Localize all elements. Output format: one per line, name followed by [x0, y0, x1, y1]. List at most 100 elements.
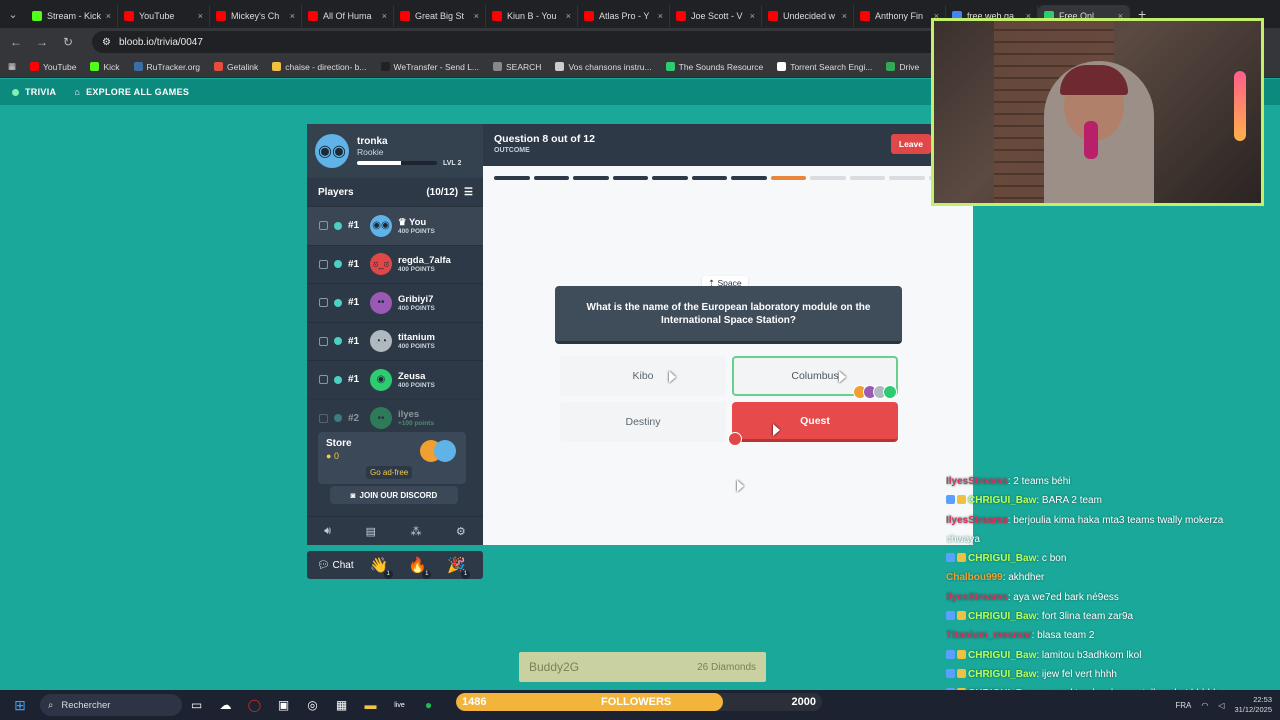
- weather-icon[interactable]: ☁: [211, 698, 240, 712]
- bookmark-item[interactable]: Vos chansons instru...: [555, 62, 652, 72]
- progress-segment: [494, 176, 530, 180]
- bookmark-item[interactable]: Getalink: [214, 62, 258, 72]
- chat-message: chwaya: [946, 530, 1276, 549]
- nav-trivia[interactable]: TRIVIA: [12, 87, 56, 97]
- url-field[interactable]: ⚙ bloob.io/trivia/0047: [92, 31, 952, 53]
- store-card[interactable]: Store ● 0 Go ad-free: [318, 432, 466, 484]
- browser-tab[interactable]: YouTube ×: [118, 5, 210, 27]
- language-indicator[interactable]: FRA: [1175, 701, 1191, 710]
- nav-explore[interactable]: ⌂ EXPLORE ALL GAMES: [74, 87, 189, 97]
- teams-icon[interactable]: ⁂: [410, 525, 421, 538]
- bookmark-item[interactable]: Torrent Search Engi...: [777, 62, 872, 72]
- wifi-icon[interactable]: ◠: [1201, 701, 1208, 710]
- progress-segment: [731, 176, 767, 180]
- player-row[interactable]: #1 •• Gribiyi7 400 POINTS: [307, 283, 483, 322]
- bookmark-item[interactable]: RuTracker.org: [133, 62, 200, 72]
- close-icon[interactable]: ×: [198, 11, 203, 21]
- sound-icon[interactable]: 🔊︎: [324, 525, 331, 538]
- player-row[interactable]: #1 ◉ Zeusa 400 POINTS: [307, 360, 483, 399]
- answer-kibo[interactable]: Kibo: [560, 356, 726, 396]
- bookmark-favicon-icon: [555, 62, 565, 71]
- live-icon[interactable]: live: [385, 702, 414, 709]
- mute-checkbox[interactable]: [319, 221, 328, 231]
- browser-tab[interactable]: Atlas Pro - Y ×: [578, 5, 670, 27]
- join-discord-button[interactable]: ◙ JOIN OUR DISCORD: [330, 486, 458, 504]
- close-icon[interactable]: ×: [474, 11, 479, 21]
- task-view-icon[interactable]: ▭: [182, 698, 211, 712]
- windows-start-icon[interactable]: ⊞: [0, 697, 40, 714]
- bookmark-item[interactable]: WeTransfer - Send L...: [380, 62, 479, 72]
- bookmark-item[interactable]: YouTube: [30, 62, 76, 72]
- mute-checkbox[interactable]: [319, 336, 328, 346]
- avatar: ◉◉: [370, 214, 392, 237]
- close-icon[interactable]: ×: [750, 11, 755, 21]
- badge-icon: [946, 668, 955, 678]
- reaction-button[interactable]: 🔥 1: [408, 556, 432, 579]
- volume-icon[interactable]: ◁: [1218, 701, 1224, 710]
- player-info: ilyes +100 points: [398, 409, 434, 427]
- bookmark-item[interactable]: SEARCH: [493, 62, 541, 72]
- chat-message: CHRIGUI_Baw: ijew fel vert hhhh: [946, 665, 1276, 684]
- app-icon[interactable]: ▣: [269, 698, 298, 712]
- browser-tab[interactable]: Mickey's Ch ×: [210, 5, 302, 27]
- mute-checkbox[interactable]: [319, 413, 328, 423]
- player-info: Gribiyi7 400 POINTS: [398, 294, 435, 312]
- browser-tab[interactable]: All Of Huma ×: [302, 5, 394, 27]
- go-ad-free-button[interactable]: Go ad-free: [366, 466, 413, 479]
- rules-icon[interactable]: ▤: [366, 525, 376, 538]
- browser-icon[interactable]: ▦: [327, 698, 356, 712]
- browser-tab[interactable]: Undecided w ×: [762, 5, 854, 27]
- browser-tab[interactable]: Great Big St ×: [394, 5, 486, 27]
- close-icon[interactable]: ×: [566, 11, 571, 21]
- tab-favicon-icon: [32, 11, 42, 21]
- webcam-microphone: [1084, 121, 1098, 159]
- bookmark-item[interactable]: Drive: [886, 62, 919, 72]
- reload-icon[interactable]: ↻: [60, 35, 76, 49]
- site-info-icon[interactable]: ⚙: [102, 37, 111, 48]
- close-icon[interactable]: ×: [106, 11, 111, 21]
- close-icon[interactable]: ×: [658, 11, 663, 21]
- mute-checkbox[interactable]: [319, 375, 328, 385]
- cursor-icon: [839, 371, 846, 383]
- folder-icon[interactable]: ▬: [356, 698, 385, 712]
- tab-menu-icon[interactable]: ⌄: [0, 0, 26, 28]
- player-row[interactable]: #1 ◔◔ titanium 400 POINTS: [307, 321, 483, 361]
- reaction-button[interactable]: 👋 1: [370, 556, 393, 579]
- settings-icon[interactable]: ⚙: [456, 525, 466, 538]
- browser-tab[interactable]: Joe Scott - V ×: [670, 5, 762, 27]
- tab-label: Joe Scott - V: [691, 11, 743, 21]
- bookmark-item[interactable]: chaise - direction- b...: [272, 62, 367, 72]
- close-icon[interactable]: ×: [290, 11, 295, 21]
- bookmark-favicon-icon: [214, 62, 224, 71]
- mute-checkbox[interactable]: [319, 298, 328, 308]
- browser-tab[interactable]: Kiun B - You ×: [486, 5, 578, 27]
- leave-button[interactable]: Leave: [890, 134, 931, 154]
- bookmark-item[interactable]: Kick: [90, 62, 120, 72]
- back-icon[interactable]: ←: [8, 35, 24, 49]
- close-icon[interactable]: ×: [382, 11, 387, 21]
- answer-destiny[interactable]: Destiny: [560, 402, 726, 442]
- filter-icon[interactable]: ☰: [464, 187, 473, 198]
- chat-button[interactable]: 💬︎ Chat: [317, 560, 354, 571]
- obs-icon[interactable]: ◎: [298, 698, 327, 712]
- avatar[interactable]: ◉◉: [315, 134, 349, 168]
- close-icon[interactable]: ×: [842, 11, 847, 21]
- bookmark-item[interactable]: The Sounds Resource: [665, 62, 763, 72]
- mute-checkbox[interactable]: [319, 259, 328, 269]
- answer-quest[interactable]: Quest: [732, 402, 898, 442]
- player-row[interactable]: #1 ◉◉ ♛ You 400 POINTS: [307, 206, 483, 245]
- spotify-icon[interactable]: ●: [414, 698, 443, 712]
- panel-tools: 🔊︎ ▤ ⁂ ⚙: [307, 516, 483, 545]
- browser-tab[interactable]: Stream - Kick ×: [26, 5, 118, 27]
- tab-label: Anthony Fin: [875, 11, 924, 21]
- opera-icon[interactable]: ◯: [240, 698, 269, 712]
- badge-icon: [957, 495, 966, 505]
- progress-segment: [612, 176, 648, 180]
- player-row[interactable]: #1 ಠ_ಠ regda_7alfa 400 POINTS: [307, 244, 483, 284]
- forward-icon[interactable]: →: [34, 35, 50, 49]
- chat-username: CHRIGUI_Baw: [968, 495, 1037, 507]
- reaction-button[interactable]: 🎉 1: [447, 556, 470, 579]
- taskbar-search[interactable]: ⌕ Rechercher: [40, 694, 182, 716]
- apps-icon[interactable]: ▦: [8, 61, 16, 72]
- clock[interactable]: 22:53 31/12/2025: [1234, 695, 1272, 715]
